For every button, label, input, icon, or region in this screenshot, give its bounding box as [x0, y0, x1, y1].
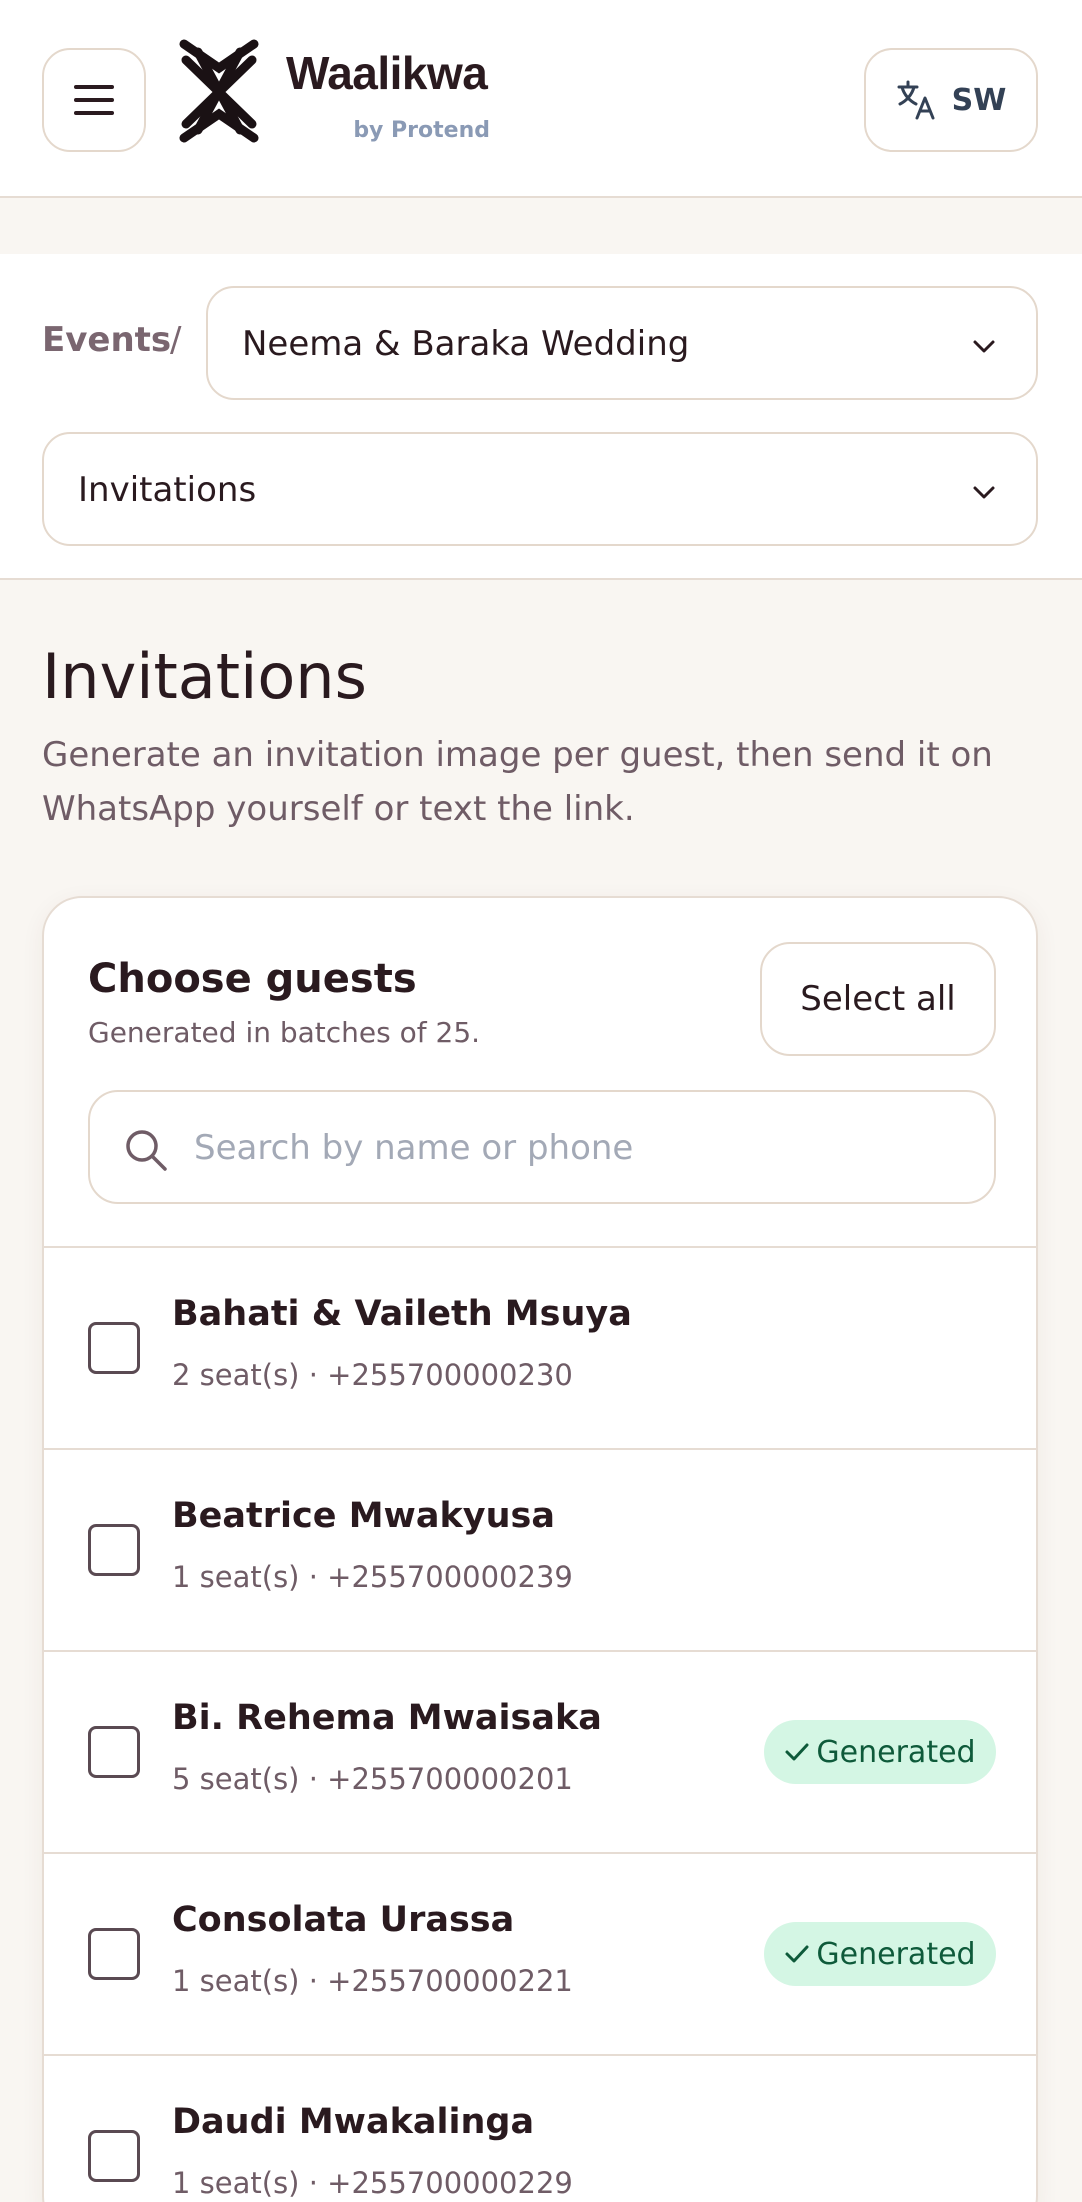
language-toggle-button[interactable]: SW	[864, 48, 1038, 152]
guest-details: 1 seat(s) · +255700000229	[172, 2166, 573, 2200]
app-header: Waalikwa by Protend SW	[0, 0, 1082, 198]
list-item[interactable]: Beatrice Mwakyusa 1 seat(s) · +255700000…	[44, 1448, 1036, 1650]
guest-name: Bahati & Vaileth Msuya	[172, 1294, 632, 1334]
guest-name: Bi. Rehema Mwaisaka	[172, 1698, 602, 1738]
guest-details: 2 seat(s) · +255700000230	[172, 1358, 573, 1392]
brand-name: Waalikwa	[286, 47, 488, 99]
navigation-bar: Events / Neema & Baraka Wedding Invitati…	[0, 254, 1082, 580]
guest-checkbox[interactable]	[88, 1928, 140, 1980]
search-input[interactable]	[194, 1120, 974, 1176]
guest-checkbox[interactable]	[88, 2130, 140, 2182]
choose-guests-card: Choose guests Generated in batches of 25…	[42, 896, 1038, 2202]
list-item[interactable]: Bahati & Vaileth Msuya 2 seat(s) · +2557…	[44, 1246, 1036, 1448]
list-item[interactable]: Bi. Rehema Mwaisaka 5 seat(s) · +2557000…	[44, 1650, 1036, 1852]
guest-list: Bahati & Vaileth Msuya 2 seat(s) · +2557…	[44, 1246, 1036, 2202]
event-select-value: Neema & Baraka Wedding	[242, 324, 690, 364]
guest-details: 1 seat(s) · +255700000239	[172, 1560, 573, 1594]
status-badge-label: Generated	[816, 1734, 976, 1770]
section-select-value: Invitations	[78, 470, 257, 510]
event-select[interactable]: Neema & Baraka Wedding	[206, 286, 1038, 400]
list-item[interactable]: Daudi Mwakalinga 1 seat(s) · +2557000002…	[44, 2054, 1036, 2202]
translate-icon	[897, 80, 935, 120]
language-label: SW	[951, 82, 1007, 118]
guest-name: Beatrice Mwakyusa	[172, 1496, 555, 1536]
menu-button[interactable]	[42, 48, 146, 152]
guest-checkbox[interactable]	[88, 1524, 140, 1576]
guest-details: 5 seat(s) · +255700000201	[172, 1762, 573, 1796]
section-select[interactable]: Invitations	[42, 432, 1038, 546]
breadcrumb-events-link[interactable]: Events	[42, 320, 171, 360]
check-icon	[785, 1945, 809, 1963]
hamburger-icon	[74, 85, 114, 115]
waalikwa-logo	[179, 39, 259, 143]
chevron-down-icon	[973, 486, 995, 499]
card-subtitle: Generated in batches of 25.	[88, 1016, 481, 1049]
list-item[interactable]: Consolata Urassa 1 seat(s) · +2557000002…	[44, 1852, 1036, 2054]
guest-checkbox[interactable]	[88, 1322, 140, 1374]
page-description: Generate an invitation image per guest, …	[42, 735, 993, 829]
breadcrumb-separator: /	[170, 320, 182, 360]
status-badge: Generated	[764, 1922, 996, 1986]
check-icon	[785, 1743, 809, 1761]
card-title: Choose guests	[88, 956, 417, 1002]
search-icon	[126, 1130, 167, 1171]
guest-name: Consolata Urassa	[172, 1900, 515, 1940]
status-badge-label: Generated	[816, 1936, 976, 1972]
chevron-down-icon	[973, 340, 995, 353]
brand-subtitle: by Protend	[353, 118, 490, 143]
guest-checkbox[interactable]	[88, 1726, 140, 1778]
guest-details: 1 seat(s) · +255700000221	[172, 1964, 573, 1998]
header-spacer	[0, 200, 1082, 254]
guest-search	[88, 1090, 996, 1204]
page-title: Invitations	[42, 640, 367, 713]
select-all-button[interactable]: Select all	[760, 942, 996, 1056]
guest-name: Daudi Mwakalinga	[172, 2102, 535, 2142]
status-badge: Generated	[764, 1720, 996, 1784]
